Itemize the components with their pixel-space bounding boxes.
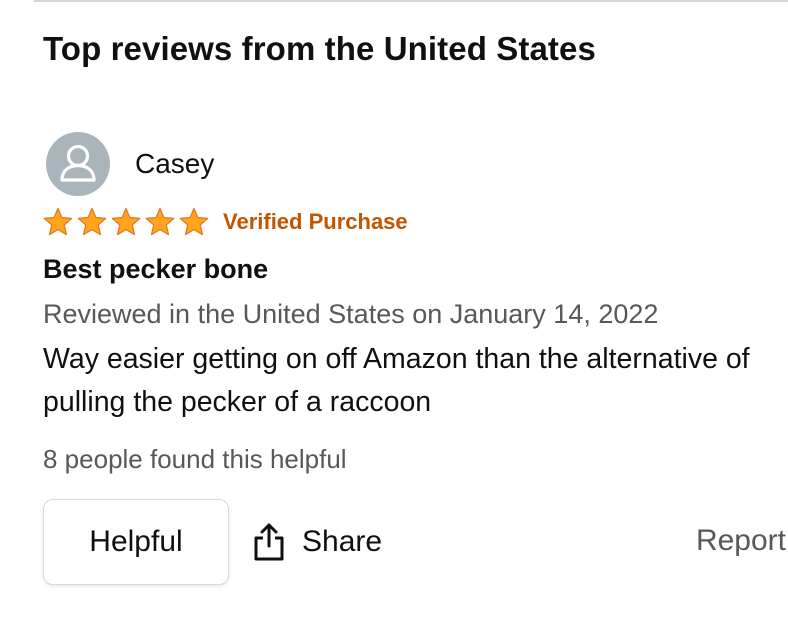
- user-silhouette-icon: [46, 132, 110, 196]
- star-icon: [111, 207, 141, 236]
- helpful-button[interactable]: Helpful: [43, 499, 229, 585]
- share-upload-icon: [254, 523, 284, 561]
- star-icon: [179, 207, 209, 236]
- section-divider: [34, 0, 788, 2]
- review-title[interactable]: Best pecker bone: [43, 254, 268, 285]
- star-icon: [145, 207, 175, 236]
- review-date: Reviewed in the United States on January…: [43, 299, 659, 329]
- review-body: Way easier getting on off Amazon than th…: [43, 343, 750, 418]
- report-link[interactable]: Report: [696, 524, 786, 558]
- rating-row: Verified Purchase: [41, 204, 408, 240]
- verified-purchase-badge[interactable]: Verified Purchase: [223, 209, 408, 235]
- reviewer-profile[interactable]: Casey: [46, 132, 214, 196]
- section-title: Top reviews from the United States: [43, 30, 596, 67]
- reviewer-name: Casey: [135, 148, 215, 179]
- star-icon: [77, 207, 107, 236]
- share-button[interactable]: Share: [252, 517, 382, 567]
- star-rating[interactable]: [41, 206, 211, 238]
- helpful-count: 8 people found this helpful: [43, 444, 347, 474]
- star-icon: [43, 207, 73, 236]
- share-label: Share: [302, 525, 383, 558]
